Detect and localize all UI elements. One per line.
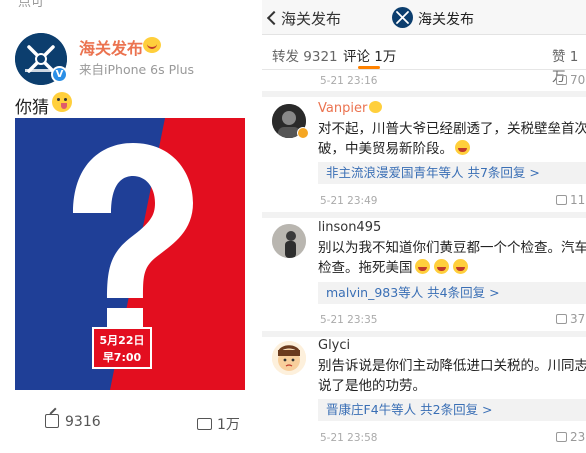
- nav-bar: 海关发布 海关发布: [262, 0, 586, 35]
- reply-summary[interactable]: 晋康庄F4牛等人 共2条回复 >: [318, 399, 586, 421]
- comment-line-text: 检查。拖死美国: [318, 260, 413, 276]
- account-name[interactable]: 海关发布: [79, 35, 143, 59]
- avatar[interactable]: [272, 341, 306, 375]
- like-button[interactable]: 70: [556, 73, 585, 87]
- comment-username[interactable]: Vanpier: [318, 101, 383, 116]
- comment-time: 5-21 23:58: [320, 432, 378, 444]
- back-label: 海关发布: [281, 10, 342, 28]
- user-avatar-image: [272, 224, 306, 258]
- nav-avatar[interactable]: [392, 7, 413, 28]
- back-button[interactable]: 海关发布: [266, 8, 342, 29]
- like-button[interactable]: 23: [556, 430, 585, 444]
- tongue-emoji-icon: [52, 92, 72, 112]
- chevron-left-icon: [266, 10, 282, 26]
- share-button[interactable]: 9316: [45, 414, 101, 430]
- comment-username[interactable]: Glyci: [318, 338, 350, 353]
- comment-time: 5-21 23:35: [320, 314, 378, 326]
- post-image[interactable]: 5月22日 早7:00: [15, 118, 245, 390]
- nav-title: 海关发布: [418, 12, 474, 28]
- comment-time: 5-21 23:49: [320, 195, 378, 207]
- vip-crown-icon: [143, 37, 161, 53]
- laugh-emoji-icon: [414, 259, 430, 274]
- verified-badge-icon: V: [51, 66, 68, 83]
- laugh-emoji-icon: [452, 259, 468, 274]
- comment-button[interactable]: 1万: [197, 414, 240, 434]
- comment-username[interactable]: linson495: [318, 220, 381, 235]
- comment-time: 5-21 23:16: [320, 75, 378, 87]
- sweat-emoji-icon: [455, 140, 470, 155]
- comment-line: 破，中美贸易新阶段。: [318, 139, 586, 159]
- comment-line: 对不起，川普大爷已经剧透了，关税壁垒首次突: [318, 121, 586, 137]
- truncated-header-text: 点可: [18, 0, 45, 10]
- poster-time: 早7:00: [102, 351, 142, 364]
- tab-forward[interactable]: 转发 9321: [272, 45, 338, 65]
- username-text: Vanpier: [318, 101, 368, 116]
- vip-crown-icon: [369, 101, 383, 113]
- thumb-up-icon: [556, 75, 567, 85]
- divider: [262, 91, 586, 97]
- like-button[interactable]: 37: [556, 312, 585, 326]
- user-avatar-image: [272, 341, 306, 375]
- comment-text: 别告诉说是你们主动降低进口关税的。川同志已经 说了是他的功劳。: [318, 356, 586, 396]
- tab-bar: 转发 9321 评论 1万 赞 1万: [262, 36, 586, 85]
- like-button[interactable]: 11: [556, 193, 585, 207]
- share-count: 9316: [65, 414, 101, 430]
- post-source: 来自iPhone 6s Plus: [79, 59, 194, 78]
- thumb-up-icon: [556, 432, 567, 442]
- weibo-post-panel: 点可 V 海关发布 来自iPhone 6s Plus 你猜 5月22日 早7:0…: [0, 0, 262, 453]
- comment-line-text: 破，中美贸易新阶段。: [318, 141, 453, 157]
- source-prefix: 来自: [79, 62, 105, 77]
- comment-text: 别以为我不知道你们黄豆都一个个检查。汽车拆开 检查。拖死美国: [318, 238, 586, 278]
- comments-panel: 海关发布 海关发布 转发 9321 评论 1万 赞 1万 5-21 23:16 …: [262, 0, 586, 453]
- customs-emblem-icon: [396, 11, 409, 24]
- poster-date: 5月22日: [99, 334, 145, 347]
- like-count: 70: [570, 73, 586, 87]
- comment-line: 说了是他的功劳。: [318, 378, 426, 394]
- share-icon: [45, 414, 59, 428]
- thumb-up-icon: [556, 314, 567, 324]
- verified-badge-icon: [297, 127, 309, 139]
- divider: [262, 331, 586, 337]
- reply-summary[interactable]: 非主流浪漫爱国青年等人 共7条回复 >: [318, 162, 586, 184]
- like-count: 23: [570, 430, 586, 444]
- divider: [262, 212, 586, 218]
- active-tab-indicator: [358, 66, 380, 69]
- avatar[interactable]: [272, 224, 306, 258]
- reply-summary[interactable]: malvin_983等人 共4条回复 >: [318, 282, 586, 304]
- poster-date-box: 5月22日 早7:00: [92, 327, 152, 369]
- comment-icon: [197, 418, 212, 430]
- source-device: iPhone 6s Plus: [104, 62, 195, 77]
- thumb-up-icon: [556, 195, 567, 205]
- like-count: 11: [570, 193, 586, 207]
- like-count: 37: [570, 312, 586, 326]
- comment-line: 别以为我不知道你们黄豆都一个个检查。汽车拆开: [318, 240, 586, 256]
- tab-comments[interactable]: 评论 1万: [343, 45, 396, 65]
- laugh-emoji-icon: [433, 259, 449, 274]
- comment-count: 1万: [217, 417, 240, 433]
- comment-line: 检查。拖死美国: [318, 258, 586, 278]
- comment-text: 对不起，川普大爷已经剧透了，关税壁垒首次突 破，中美贸易新阶段。: [318, 119, 586, 159]
- post-text: 你猜: [15, 98, 49, 118]
- comment-line: 别告诉说是你们主动降低进口关税的。川同志已经: [318, 358, 586, 374]
